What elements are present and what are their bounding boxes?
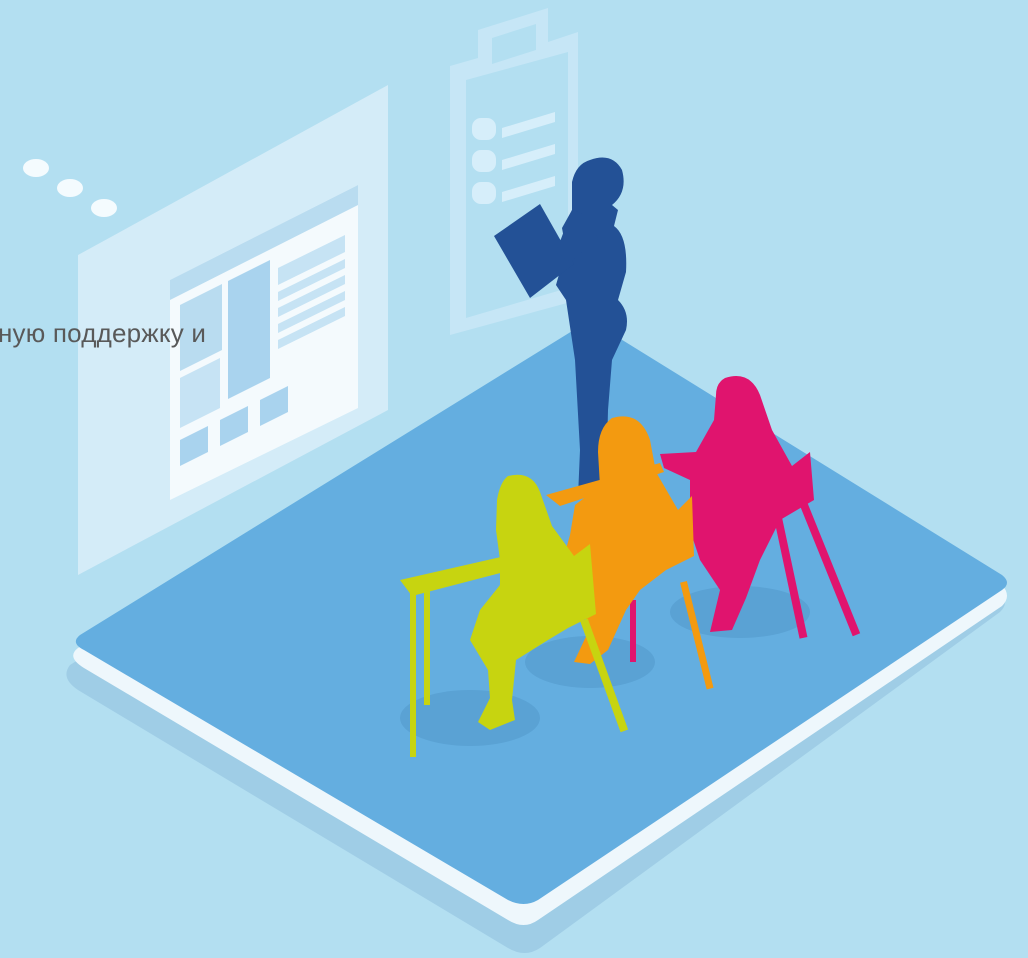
classroom-illustration xyxy=(0,0,1028,958)
caption-text: ную поддержку и xyxy=(0,318,207,348)
